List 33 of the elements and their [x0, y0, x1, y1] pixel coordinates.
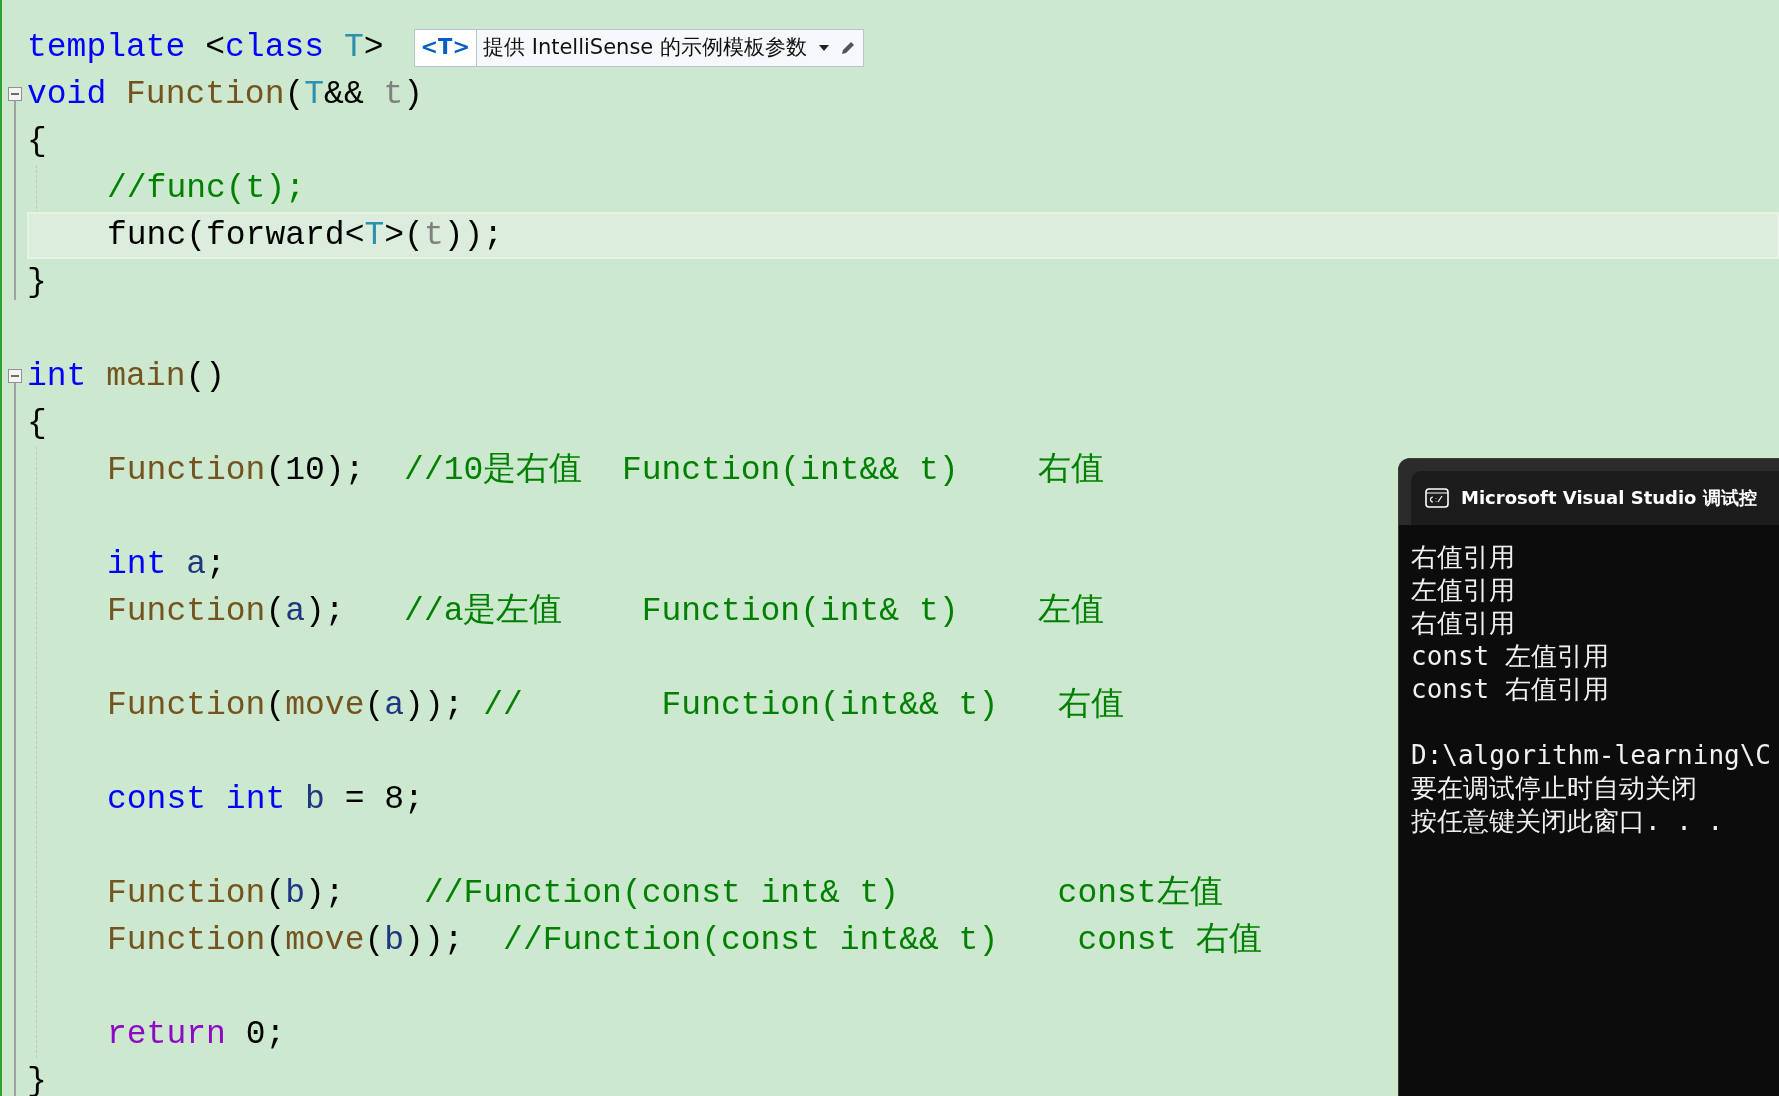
console-icon [1425, 488, 1449, 508]
close-brace: } [27, 263, 47, 303]
console-title: Microsoft Visual Studio 调试控 [1461, 486, 1757, 510]
code-line: func(forward<T>(t)); [107, 216, 504, 256]
console-output-line: 按任意键关闭此窗口. . . [1411, 805, 1724, 838]
code-line: int a; [107, 545, 226, 585]
collapse-icon[interactable] [7, 87, 22, 101]
code-line: Function(b); //Function(const int& t) const左值 [107, 874, 1223, 914]
code-line: //func(t); [107, 169, 306, 209]
console-output-line: 右值引用 [1411, 541, 1515, 574]
hint-text: 提供 IntelliSense 的示例模板参数 [482, 33, 808, 61]
console-output-line: D:\algorithm-learning\C [1411, 739, 1772, 772]
code-line: return 0; [107, 1015, 286, 1055]
console-tab[interactable]: Microsoft Visual Studio 调试控 [1411, 471, 1779, 525]
caret-icon[interactable] [818, 44, 829, 51]
code-line: Function(move(b)); //Function(const int&& t) const 右值 [107, 921, 1263, 961]
code-line: void Function(T&& t) [27, 75, 424, 115]
console-output-line: 左值引用 [1411, 574, 1515, 607]
console-output-line: 要在调试停止时自动关闭 [1411, 772, 1697, 805]
console-output-line: 右值引用 [1411, 607, 1515, 640]
code-line: Function(10); //10是右值 Function(int&& t) 右值 [107, 451, 1104, 491]
console-output-line: const 左值引用 [1411, 640, 1609, 673]
open-brace: { [27, 404, 47, 444]
code-line: Function(a); //a是左值 Function(int& t) 左值 [107, 592, 1104, 632]
open-brace: { [27, 122, 47, 162]
console-output-line: const 右值引用 [1411, 673, 1609, 706]
code-line: template <class T> [27, 28, 384, 68]
collapse-icon[interactable] [7, 369, 22, 383]
code-line: Function(move(a)); // Function(int&& t) 右值 [107, 686, 1124, 726]
template-hint-bar[interactable]: <T> 提供 IntelliSense 的示例模板参数 [413, 28, 864, 67]
template-badge: <T> [414, 29, 478, 66]
code-line: const int b = 8; [107, 780, 424, 820]
code-line: int main() [27, 357, 226, 397]
